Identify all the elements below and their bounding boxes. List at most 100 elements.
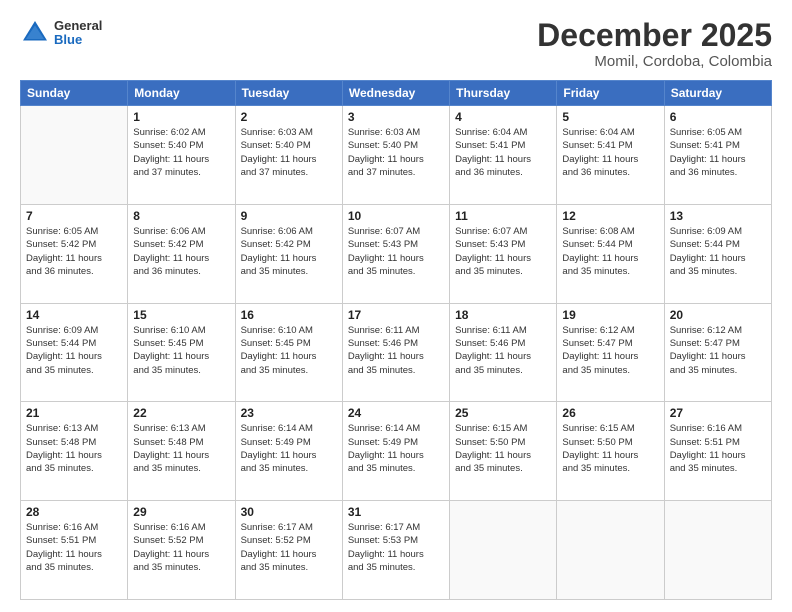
day-number: 28 xyxy=(26,505,122,519)
calendar-cell: 9 Sunrise: 6:06 AM Sunset: 5:42 PM Daylig… xyxy=(235,204,342,303)
day-of-week-header: Sunday xyxy=(21,81,128,106)
day-info: Sunrise: 6:16 AM Sunset: 5:51 PM Dayligh… xyxy=(26,521,122,574)
day-of-week-header: Monday xyxy=(128,81,235,106)
day-info: Sunrise: 6:11 AM Sunset: 5:46 PM Dayligh… xyxy=(455,324,551,377)
day-number: 14 xyxy=(26,308,122,322)
logo-blue-text: Blue xyxy=(54,33,102,47)
day-number: 27 xyxy=(670,406,766,420)
day-number: 23 xyxy=(241,406,337,420)
header: General Blue December 2025 Momil, Cordob… xyxy=(20,18,772,70)
calendar-week-row: 14 Sunrise: 6:09 AM Sunset: 5:44 PM Dayli… xyxy=(21,303,772,402)
calendar-cell: 16Sunrise: 6:10 AM Sunset: 5:45 PM Dayli… xyxy=(235,303,342,402)
calendar-cell xyxy=(557,501,664,600)
calendar-week-row: 1 Sunrise: 6:02 AM Sunset: 5:40 PM Daylig… xyxy=(21,106,772,205)
day-number: 1 xyxy=(133,110,229,124)
day-info: Sunrise: 6:06 AM Sunset: 5:42 PM Dayligh… xyxy=(133,225,229,278)
logo: General Blue xyxy=(20,18,102,48)
day-number: 25 xyxy=(455,406,551,420)
calendar-cell: 22 Sunrise: 6:13 AM Sunset: 5:48 PM Dayli… xyxy=(128,402,235,501)
day-info: Sunrise: 6:17 AM Sunset: 5:53 PM Dayligh… xyxy=(348,521,444,574)
logo-icon xyxy=(20,18,50,48)
days-of-week-row: SundayMondayTuesdayWednesdayThursdayFrid… xyxy=(21,81,772,106)
day-number: 21 xyxy=(26,406,122,420)
title-block: December 2025 Momil, Cordoba, Colombia xyxy=(537,18,772,70)
day-number: 26 xyxy=(562,406,658,420)
calendar-cell: 19 Sunrise: 6:12 AM Sunset: 5:47 PM Dayli… xyxy=(557,303,664,402)
day-info: Sunrise: 6:13 AM Sunset: 5:48 PM Dayligh… xyxy=(26,422,122,475)
calendar-cell: 12Sunrise: 6:08 AM Sunset: 5:44 PM Dayli… xyxy=(557,204,664,303)
day-info: Sunrise: 6:04 AM Sunset: 5:41 PM Dayligh… xyxy=(455,126,551,179)
day-number: 19 xyxy=(562,308,658,322)
calendar-cell: 26 Sunrise: 6:15 AM Sunset: 5:50 PM Dayli… xyxy=(557,402,664,501)
day-info: Sunrise: 6:10 AM Sunset: 5:45 PM Dayligh… xyxy=(241,324,337,377)
day-info: Sunrise: 6:15 AM Sunset: 5:50 PM Dayligh… xyxy=(455,422,551,475)
calendar-cell: 11 Sunrise: 6:07 AM Sunset: 5:43 PM Dayli… xyxy=(450,204,557,303)
day-info: Sunrise: 6:09 AM Sunset: 5:44 PM Dayligh… xyxy=(26,324,122,377)
day-info: Sunrise: 6:09 AM Sunset: 5:44 PM Dayligh… xyxy=(670,225,766,278)
day-info: Sunrise: 6:05 AM Sunset: 5:41 PM Dayligh… xyxy=(670,126,766,179)
calendar-cell: 7 Sunrise: 6:05 AM Sunset: 5:42 PM Daylig… xyxy=(21,204,128,303)
day-number: 17 xyxy=(348,308,444,322)
calendar-cell: 30 Sunrise: 6:17 AM Sunset: 5:52 PM Dayli… xyxy=(235,501,342,600)
day-info: Sunrise: 6:03 AM Sunset: 5:40 PM Dayligh… xyxy=(241,126,337,179)
day-number: 5 xyxy=(562,110,658,124)
day-info: Sunrise: 6:13 AM Sunset: 5:48 PM Dayligh… xyxy=(133,422,229,475)
day-of-week-header: Tuesday xyxy=(235,81,342,106)
day-number: 11 xyxy=(455,209,551,223)
subtitle: Momil, Cordoba, Colombia xyxy=(537,53,772,70)
day-number: 18 xyxy=(455,308,551,322)
day-info: Sunrise: 6:16 AM Sunset: 5:51 PM Dayligh… xyxy=(670,422,766,475)
day-number: 8 xyxy=(133,209,229,223)
calendar-cell: 31Sunrise: 6:17 AM Sunset: 5:53 PM Dayli… xyxy=(342,501,449,600)
calendar-cell: 21 Sunrise: 6:13 AM Sunset: 5:48 PM Dayli… xyxy=(21,402,128,501)
day-number: 24 xyxy=(348,406,444,420)
calendar-cell xyxy=(450,501,557,600)
day-info: Sunrise: 6:10 AM Sunset: 5:45 PM Dayligh… xyxy=(133,324,229,377)
day-number: 22 xyxy=(133,406,229,420)
calendar-cell: 17 Sunrise: 6:11 AM Sunset: 5:46 PM Dayli… xyxy=(342,303,449,402)
day-number: 30 xyxy=(241,505,337,519)
day-info: Sunrise: 6:11 AM Sunset: 5:46 PM Dayligh… xyxy=(348,324,444,377)
day-number: 15 xyxy=(133,308,229,322)
calendar-cell: 2 Sunrise: 6:03 AM Sunset: 5:40 PM Daylig… xyxy=(235,106,342,205)
day-number: 13 xyxy=(670,209,766,223)
calendar-header: SundayMondayTuesdayWednesdayThursdayFrid… xyxy=(21,81,772,106)
day-number: 12 xyxy=(562,209,658,223)
calendar-cell: 13 Sunrise: 6:09 AM Sunset: 5:44 PM Dayli… xyxy=(664,204,771,303)
page: General Blue December 2025 Momil, Cordob… xyxy=(0,0,792,612)
day-number: 2 xyxy=(241,110,337,124)
day-info: Sunrise: 6:02 AM Sunset: 5:40 PM Dayligh… xyxy=(133,126,229,179)
calendar-cell: 18 Sunrise: 6:11 AM Sunset: 5:46 PM Dayli… xyxy=(450,303,557,402)
calendar-cell xyxy=(664,501,771,600)
calendar-cell: 1 Sunrise: 6:02 AM Sunset: 5:40 PM Daylig… xyxy=(128,106,235,205)
calendar-cell xyxy=(21,106,128,205)
logo-text: General Blue xyxy=(54,19,102,48)
day-info: Sunrise: 6:15 AM Sunset: 5:50 PM Dayligh… xyxy=(562,422,658,475)
day-info: Sunrise: 6:14 AM Sunset: 5:49 PM Dayligh… xyxy=(241,422,337,475)
day-info: Sunrise: 6:06 AM Sunset: 5:42 PM Dayligh… xyxy=(241,225,337,278)
day-of-week-header: Saturday xyxy=(664,81,771,106)
day-of-week-header: Friday xyxy=(557,81,664,106)
logo-general-text: General xyxy=(54,19,102,33)
day-info: Sunrise: 6:12 AM Sunset: 5:47 PM Dayligh… xyxy=(562,324,658,377)
day-number: 20 xyxy=(670,308,766,322)
day-number: 29 xyxy=(133,505,229,519)
calendar-cell: 28 Sunrise: 6:16 AM Sunset: 5:51 PM Dayli… xyxy=(21,501,128,600)
day-info: Sunrise: 6:05 AM Sunset: 5:42 PM Dayligh… xyxy=(26,225,122,278)
day-info: Sunrise: 6:14 AM Sunset: 5:49 PM Dayligh… xyxy=(348,422,444,475)
calendar-week-row: 21 Sunrise: 6:13 AM Sunset: 5:48 PM Dayli… xyxy=(21,402,772,501)
day-info: Sunrise: 6:17 AM Sunset: 5:52 PM Dayligh… xyxy=(241,521,337,574)
day-number: 6 xyxy=(670,110,766,124)
calendar-cell: 24 Sunrise: 6:14 AM Sunset: 5:49 PM Dayli… xyxy=(342,402,449,501)
day-number: 9 xyxy=(241,209,337,223)
calendar-cell: 23 Sunrise: 6:14 AM Sunset: 5:49 PM Dayli… xyxy=(235,402,342,501)
day-info: Sunrise: 6:12 AM Sunset: 5:47 PM Dayligh… xyxy=(670,324,766,377)
day-info: Sunrise: 6:04 AM Sunset: 5:41 PM Dayligh… xyxy=(562,126,658,179)
calendar-cell: 25 Sunrise: 6:15 AM Sunset: 5:50 PM Dayli… xyxy=(450,402,557,501)
calendar-cell: 29 Sunrise: 6:16 AM Sunset: 5:52 PM Dayli… xyxy=(128,501,235,600)
calendar-cell: 3Sunrise: 6:03 AM Sunset: 5:40 PM Daylig… xyxy=(342,106,449,205)
day-info: Sunrise: 6:16 AM Sunset: 5:52 PM Dayligh… xyxy=(133,521,229,574)
day-of-week-header: Thursday xyxy=(450,81,557,106)
day-info: Sunrise: 6:07 AM Sunset: 5:43 PM Dayligh… xyxy=(455,225,551,278)
day-number: 7 xyxy=(26,209,122,223)
